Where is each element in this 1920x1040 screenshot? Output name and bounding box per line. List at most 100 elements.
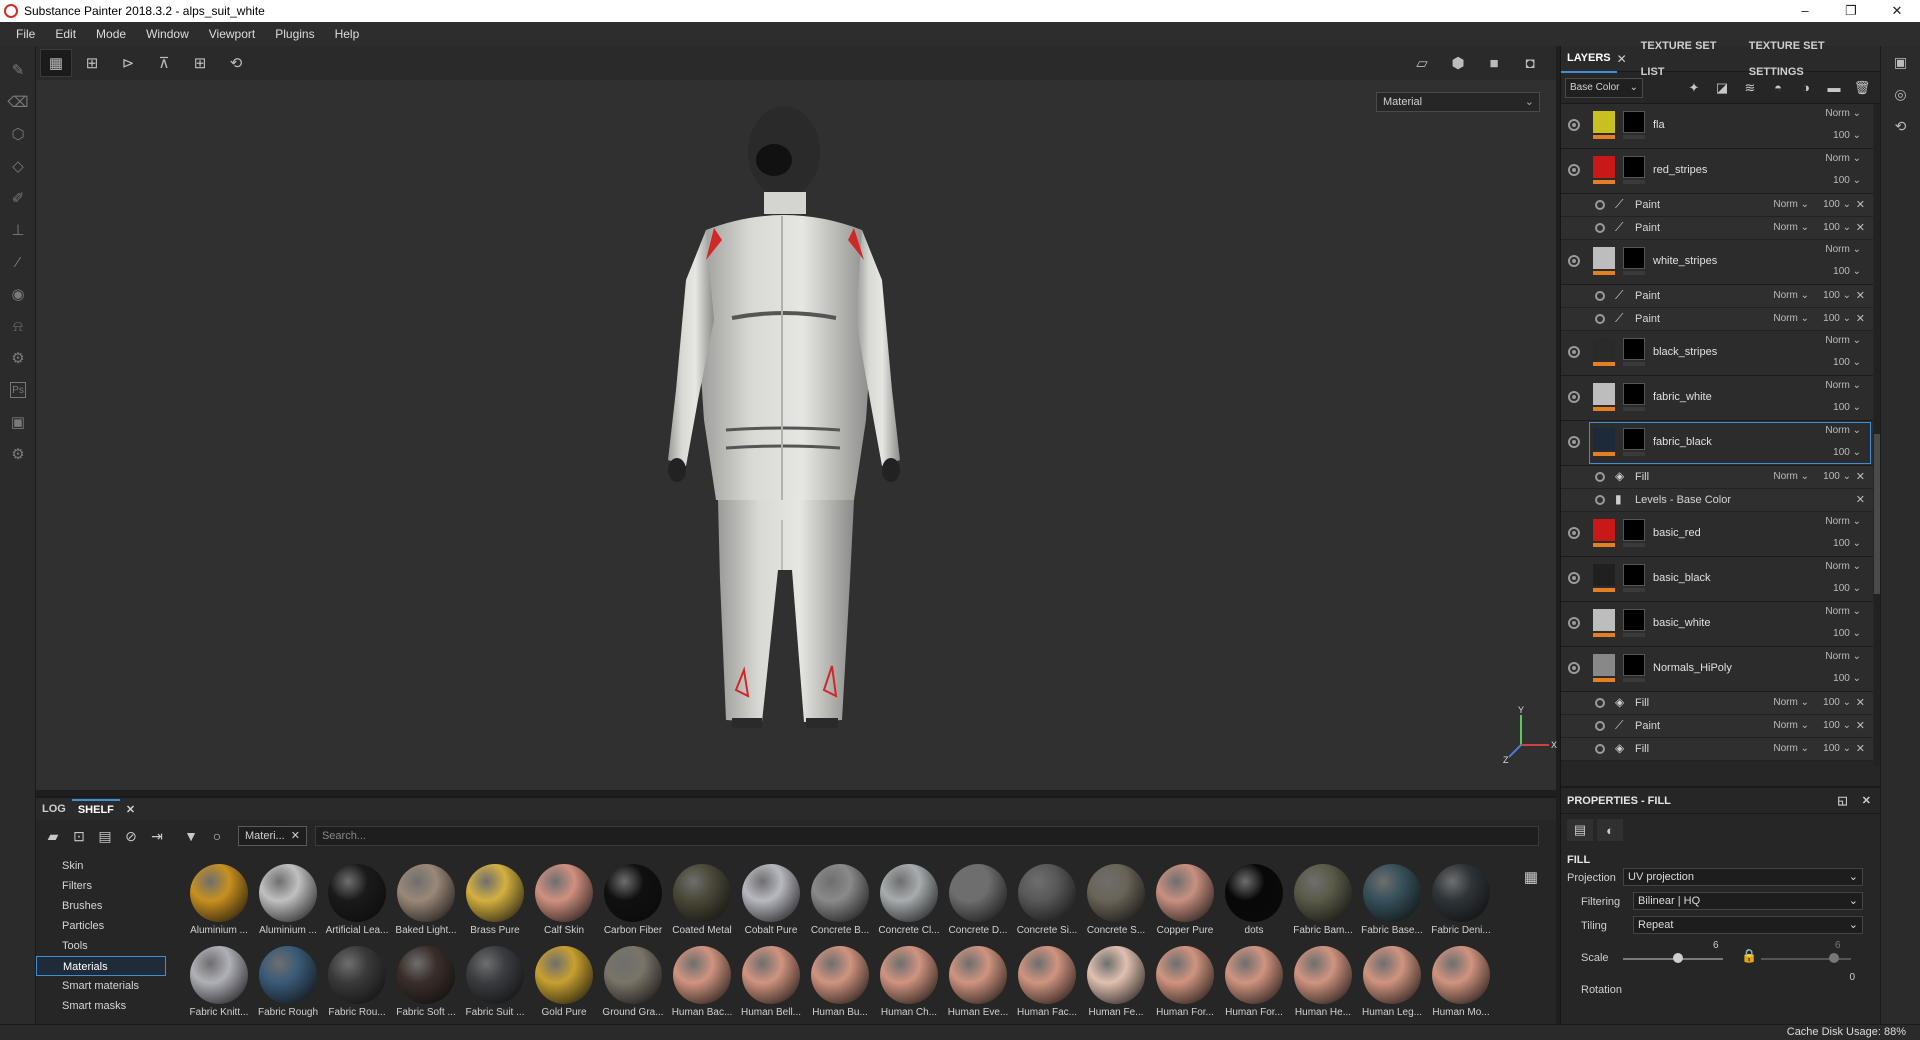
layer-blend-mode[interactable]: Norm ⌄ (1825, 651, 1861, 662)
effect-opacity[interactable]: 100 ⌄ (1823, 471, 1851, 482)
material-tab-icon[interactable]: ▤ (1567, 819, 1593, 841)
effect-row[interactable]: ⟋ Paint Norm ⌄ 100 ⌄ ✕ (1561, 194, 1873, 217)
visibility-eye-icon[interactable] (1568, 346, 1580, 358)
eraser-icon[interactable]: ⌫ (0, 86, 36, 118)
layer-blend-mode[interactable]: Norm ⌄ (1825, 335, 1861, 346)
add-smart-material-icon[interactable]: ◑ (1792, 80, 1820, 96)
material-thumbnail[interactable]: Artificial Lea... (324, 864, 390, 942)
smudge-icon[interactable]: ✐ (0, 182, 36, 214)
close-icon[interactable]: ✕ (1862, 794, 1871, 807)
add-fill-layer-icon[interactable]: ◓ (1764, 80, 1792, 96)
visibility-eye-icon[interactable] (1568, 164, 1580, 176)
material-thumbnail[interactable]: Copper Pure (1152, 864, 1218, 942)
projection-icon[interactable]: ⬡ (0, 118, 36, 150)
tiling-select[interactable]: Repeat ⌄ (1633, 916, 1863, 934)
visibility-eye-icon[interactable] (1595, 291, 1605, 301)
layer-opacity[interactable]: 100 ⌄ (1833, 447, 1861, 458)
material-thumbnail[interactable]: Human He... (1290, 946, 1356, 1024)
material-thumbnail[interactable]: Fabric Rou... (324, 946, 390, 1024)
polygon-fill-icon[interactable]: ◇ (0, 150, 36, 182)
material-thumbnail[interactable]: Human Eve... (945, 946, 1011, 1024)
bake-icon[interactable]: ◉ (0, 278, 36, 310)
effect-blend-mode[interactable]: Norm ⌄ (1773, 313, 1809, 324)
layer-blend-mode[interactable]: Norm ⌄ (1825, 244, 1861, 255)
visibility-eye-icon[interactable] (1568, 662, 1580, 674)
material-thumbnail[interactable]: Human For... (1152, 946, 1218, 1024)
color-picker-icon[interactable]: ⁄ (0, 246, 36, 278)
grid-view-icon[interactable]: ▦ (40, 49, 72, 77)
category-smart-materials[interactable]: Smart materials (36, 976, 166, 996)
grid-view-toggle-icon[interactable]: ▦ (1524, 868, 1538, 886)
effect-blend-mode[interactable]: Norm ⌄ (1773, 720, 1809, 731)
filtering-select[interactable]: Bilinear | HQ ⌄ (1633, 892, 1863, 910)
effect-opacity[interactable]: 100 ⌄ (1823, 222, 1851, 233)
material-thumbnail[interactable]: Gold Pure (531, 946, 597, 1024)
material-thumbnail[interactable]: Aluminium ... (255, 864, 321, 942)
visibility-eye-icon[interactable] (1568, 391, 1580, 403)
material-thumbnail[interactable]: Fabric Rough (255, 946, 321, 1024)
visibility-eye-icon[interactable] (1595, 721, 1605, 731)
material-thumbnail[interactable]: Ground Gra... (600, 946, 666, 1024)
view-mode-select[interactable]: Material ⌄ (1376, 92, 1540, 112)
layer-row[interactable]: fabric_black Norm ⌄ 100 ⌄ (1561, 421, 1873, 466)
remove-effect-icon[interactable]: ✕ (1856, 493, 1865, 506)
effect-opacity[interactable]: 100 ⌄ (1823, 313, 1851, 324)
close-icon[interactable]: ✕ (120, 803, 141, 816)
effect-opacity[interactable]: 100 ⌄ (1823, 290, 1851, 301)
visibility-eye-icon[interactable] (1568, 527, 1580, 539)
delete-layer-icon[interactable]: 🗑 (1848, 80, 1876, 96)
visibility-eye-icon[interactable] (1595, 223, 1605, 233)
effect-opacity[interactable]: 100 ⌄ (1823, 199, 1851, 210)
menu-file[interactable]: File (6, 27, 45, 41)
layer-row[interactable]: basic_red Norm ⌄ 100 ⌄ (1561, 512, 1873, 557)
shader-settings-icon[interactable]: ◎ (1881, 78, 1920, 110)
layer-blend-mode[interactable]: Norm ⌄ (1825, 425, 1861, 436)
material-thumbnail[interactable]: Concrete Si... (1014, 864, 1080, 942)
effect-blend-mode[interactable]: Norm ⌄ (1773, 697, 1809, 708)
preferences-icon[interactable]: ⚙ (0, 438, 36, 470)
layer-name[interactable]: white_stripes (1653, 255, 1717, 267)
layer-opacity[interactable]: 100 ⌄ (1833, 628, 1861, 639)
maximize-button[interactable]: ❐ (1828, 0, 1874, 22)
folder-icon[interactable]: ▰ (40, 828, 66, 845)
new-item-icon[interactable]: ⊡ (66, 828, 92, 845)
layer-blend-mode[interactable]: Norm ⌄ (1825, 606, 1861, 617)
layer-row[interactable]: basic_white Norm ⌄ 100 ⌄ (1561, 602, 1873, 647)
settings-cog-icon[interactable]: ⚙ (0, 342, 36, 374)
layer-name[interactable]: basic_white (1653, 617, 1710, 629)
save-icon[interactable]: ▤ (92, 828, 118, 845)
layer-row[interactable]: Normals_HiPoly Norm ⌄ 100 ⌄ (1561, 647, 1873, 692)
material-thumbnail[interactable]: dots (1221, 864, 1287, 942)
channel-select[interactable]: Base Color ⌄ (1565, 77, 1643, 98)
3d-viewport[interactable]: Material ⌄ Y X Z (36, 80, 1557, 790)
hide-icon[interactable]: ⊘ (118, 828, 144, 845)
mirror-x-icon[interactable]: ⊳ (112, 49, 144, 77)
projection-select[interactable]: UV projection ⌄ (1623, 868, 1863, 886)
remove-effect-icon[interactable]: ✕ (1856, 312, 1865, 325)
effect-opacity[interactable]: 100 ⌄ (1823, 697, 1851, 708)
refresh-icon[interactable]: ○ (204, 828, 230, 844)
visibility-eye-icon[interactable] (1568, 255, 1580, 267)
material-thumbnail[interactable]: Human Leg... (1359, 946, 1425, 1024)
camera-icon[interactable]: ■ (1478, 49, 1510, 77)
tab-texture-set-settings[interactable]: TEXTURE SET SETTINGS (1743, 33, 1880, 85)
filter-icon[interactable]: ▼ (178, 828, 204, 844)
filter-chip[interactable]: Materi... ✕ (238, 826, 307, 846)
tile-view-icon[interactable]: ⊞ (76, 49, 108, 77)
material-thumbnail[interactable]: Human Fac... (1014, 946, 1080, 1024)
material-thumbnail[interactable]: Brass Pure (462, 864, 528, 942)
layer-row[interactable]: fabric_white Norm ⌄ 100 ⌄ (1561, 376, 1873, 421)
menu-plugins[interactable]: Plugins (265, 27, 324, 41)
category-tools[interactable]: Tools (36, 936, 166, 956)
effect-row[interactable]: ▮ Levels - Base Color ✕ (1561, 489, 1873, 512)
lock-icon[interactable]: 🔒 (1741, 948, 1757, 964)
color-tab-icon[interactable]: ◐ (1597, 819, 1623, 841)
material-thumbnail[interactable]: Fabric Soft ... (393, 946, 459, 1024)
material-thumbnail[interactable]: Human Fe... (1083, 946, 1149, 1024)
material-thumbnail[interactable]: Concrete Cl... (876, 864, 942, 942)
layer-name[interactable]: basic_black (1653, 572, 1710, 584)
remove-effect-icon[interactable]: ✕ (1856, 719, 1865, 732)
add-folder-icon[interactable]: ▬ (1820, 80, 1848, 96)
display-settings-icon[interactable]: ▣ (1881, 46, 1920, 78)
add-mask-icon[interactable]: ◪ (1708, 80, 1736, 96)
